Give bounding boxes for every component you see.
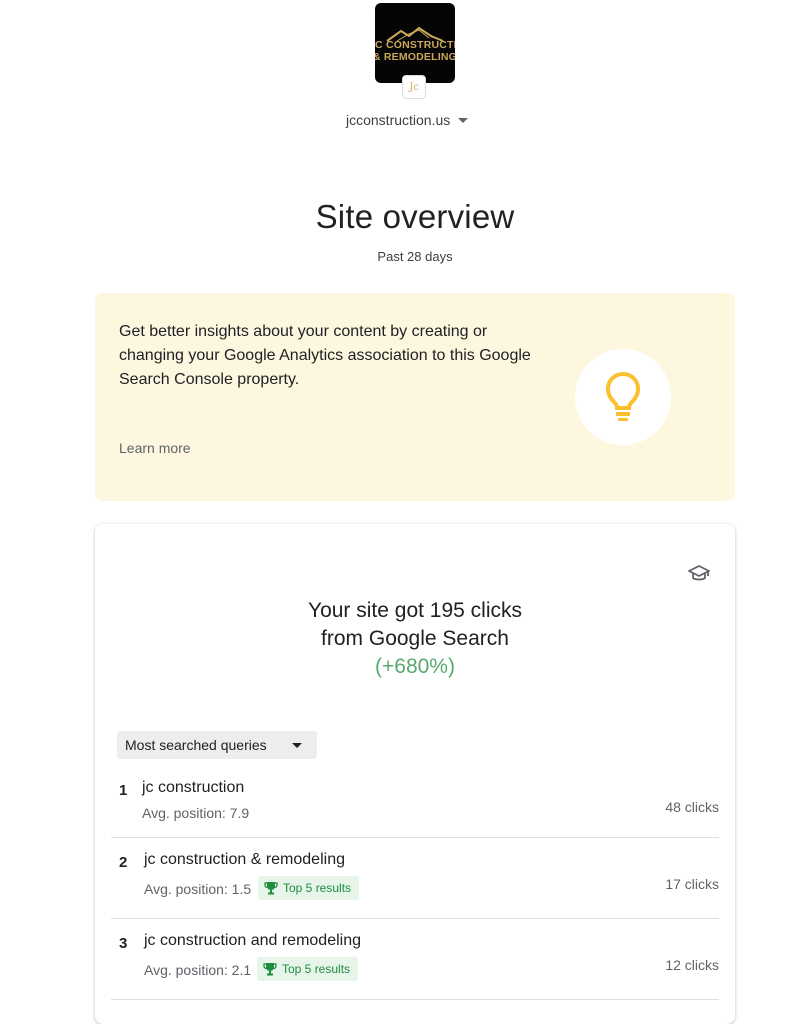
clicks-change-percent: (+680%): [375, 655, 455, 678]
avg-position: Avg. position: 7.9: [142, 805, 250, 821]
top-results-badge: Top 5 results: [257, 957, 359, 981]
date-range-label: Past 28 days: [377, 249, 453, 264]
lightbulb-badge: [575, 349, 671, 445]
caret-down-icon: [292, 743, 302, 748]
performance-card: Your site got 195 clicks from Google Sea…: [95, 524, 735, 1024]
avg-position: Avg. position: 2.1: [144, 962, 252, 978]
property-selector[interactable]: jcconstruction.us: [346, 110, 469, 130]
query-text: jc construction & remodeling: [144, 851, 345, 868]
property-logo: JC CONSTRUCTION & REMODELING: [375, 3, 455, 83]
lightbulb-icon: [605, 371, 641, 421]
logo-text-line-2: & REMODELING: [375, 51, 455, 63]
top-results-badge: Top 5 results: [258, 876, 360, 900]
analytics-insight-card: Get better insights about your content b…: [95, 293, 735, 501]
insight-message: Get better insights about your content b…: [119, 323, 531, 388]
page-title: Site overview: [315, 198, 515, 235]
query-text: jc construction and remodeling: [144, 932, 362, 949]
graduation-cap-icon[interactable]: [687, 562, 711, 586]
query-rank: 2: [119, 854, 128, 871]
top-results-label: Top 5 results: [282, 962, 351, 976]
top-results-label: Top 5 results: [283, 881, 352, 895]
property-name: jcconstruction.us: [346, 112, 451, 128]
trophy-icon: [264, 882, 278, 895]
query-clicks: 48 clicks: [665, 799, 719, 815]
site-favicon: Jc: [402, 75, 426, 99]
learn-more-link[interactable]: Learn more: [119, 440, 191, 456]
query-row[interactable]: 1 jc construction Avg. position: 7.9 48 …: [111, 772, 719, 838]
clicks-headline-line-1: Your site got 195 clicks: [307, 599, 522, 622]
query-row[interactable]: 3 jc construction and remodeling Avg. po…: [111, 919, 719, 1000]
query-clicks: 17 clicks: [665, 876, 719, 892]
query-text: jc construction: [142, 779, 245, 796]
query-row[interactable]: 2 jc construction & remodeling Avg. posi…: [111, 838, 719, 919]
query-clicks: 12 clicks: [665, 957, 719, 973]
logo-text-line-1: JC CONSTRUCTION: [375, 39, 455, 51]
query-type-dropdown[interactable]: Most searched queries: [117, 731, 317, 759]
clicks-headline-line-2: from Google Search: [321, 627, 509, 650]
query-rank: 1: [119, 782, 128, 799]
query-rank: 3: [119, 935, 128, 952]
clicks-headline: Your site got 195 clicks from Google Sea…: [95, 597, 735, 653]
trophy-icon: [263, 963, 277, 976]
query-type-label: Most searched queries: [125, 737, 267, 753]
avg-position: Avg. position: 1.5: [144, 881, 252, 897]
caret-down-icon: [458, 117, 469, 123]
